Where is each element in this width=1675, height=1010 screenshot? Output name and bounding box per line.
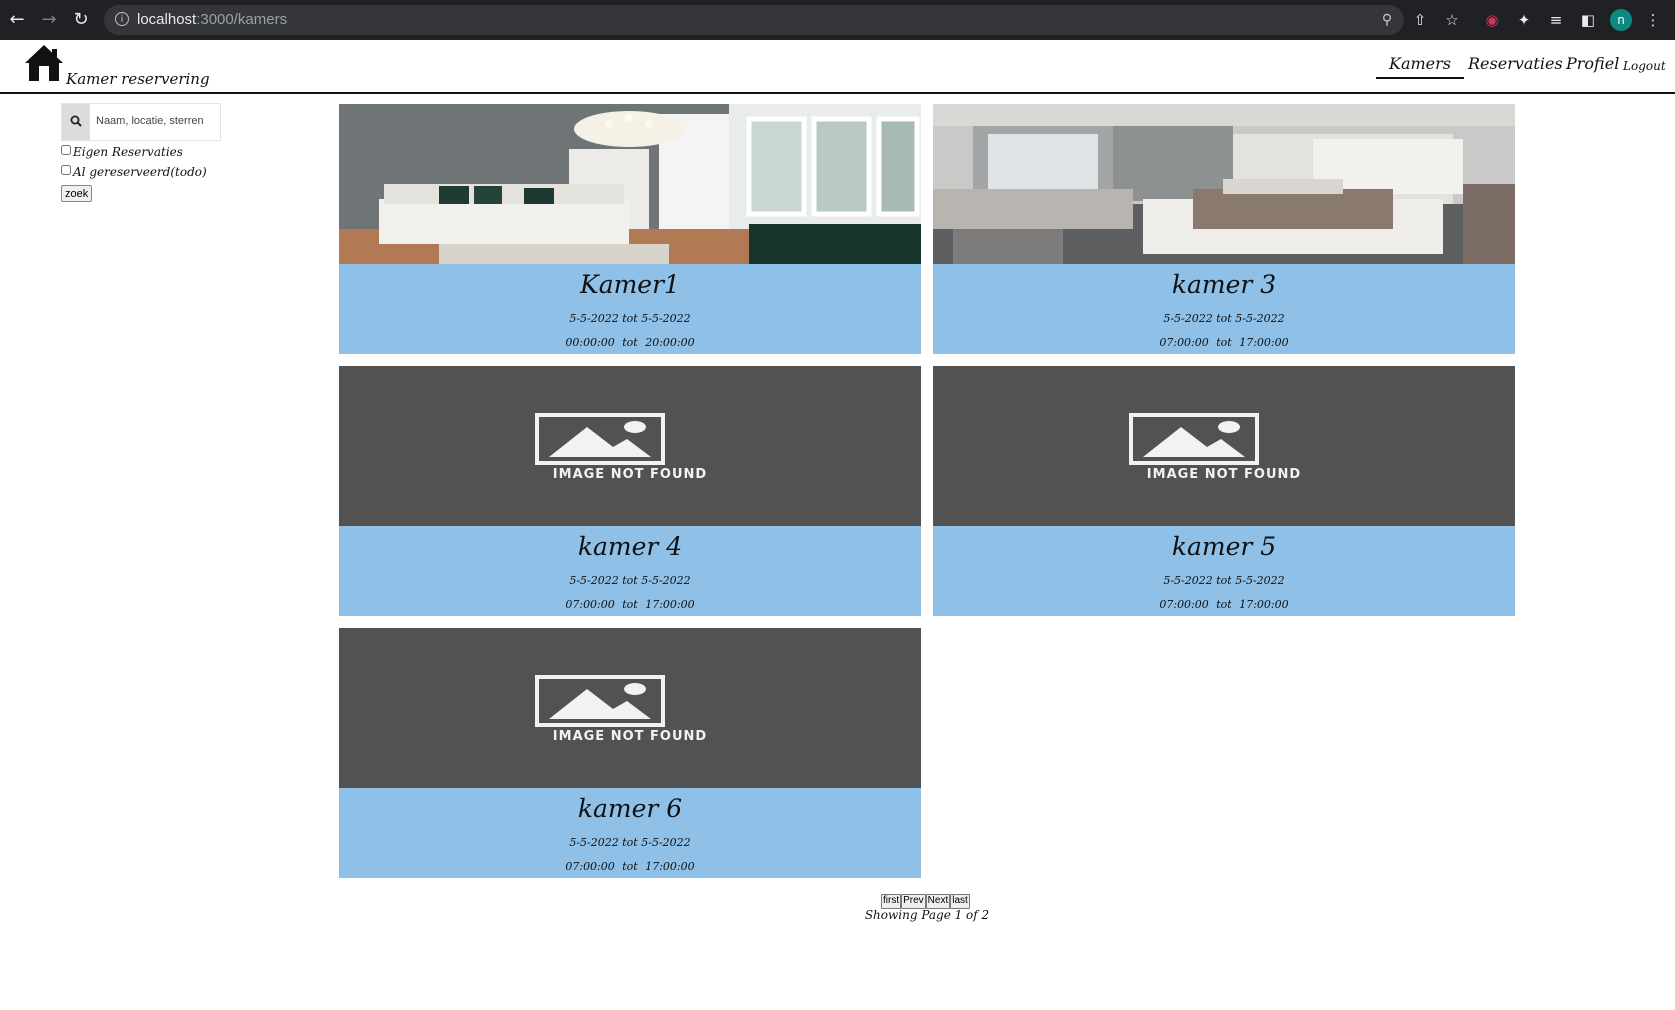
room-title: kamer 6: [577, 794, 683, 823]
filter-own-reservations[interactable]: Eigen Reservaties: [61, 145, 183, 159]
last-page-button[interactable]: last: [950, 893, 970, 909]
nav-kamers[interactable]: Kamers: [1376, 54, 1464, 79]
room-card[interactable]: IMAGE NOT FOUND kamer 5 5-5-2022 tot 5-5…: [933, 366, 1515, 616]
room-times: 00:00:00 tot 20:00:00: [565, 336, 695, 349]
room-photo: [339, 104, 921, 264]
home-icon: [25, 45, 63, 81]
room-times: 07:00:00 tot 17:00:00: [1159, 336, 1289, 349]
search-button[interactable]: zoek: [61, 185, 93, 202]
room-times: 07:00:00 tot 17:00:00: [565, 860, 695, 873]
first-page-button[interactable]: first: [881, 893, 902, 909]
room-dates: 5-5-2022 tot 5-5-2022: [1163, 574, 1285, 587]
nav-reservaties[interactable]: Reservaties: [1468, 54, 1563, 73]
room-title: kamer 3: [1171, 270, 1277, 299]
nav-profiel[interactable]: Profiel: [1566, 54, 1619, 73]
extensions-puzzle-icon[interactable]: ✦: [1513, 9, 1535, 31]
image-placeholder-icon: [535, 413, 665, 465]
share-icon[interactable]: ⇧: [1409, 9, 1431, 31]
prev-page-button[interactable]: Prev: [901, 893, 926, 909]
already-reserved-checkbox[interactable]: [61, 165, 71, 175]
own-reservations-label: Eigen Reservaties: [73, 145, 183, 159]
url-host: localhost: [137, 11, 197, 28]
page-info: Showing Page 1 of 2: [864, 908, 990, 922]
room-dates: 5-5-2022 tot 5-5-2022: [1163, 312, 1285, 325]
image-not-found: IMAGE NOT FOUND: [339, 628, 921, 788]
reload-icon[interactable]: ↻: [70, 9, 92, 31]
filter-already-reserved[interactable]: Al gereserveerd(todo): [61, 165, 207, 179]
room-title: kamer 4: [577, 532, 683, 561]
address-bar[interactable]: i localhost:3000/kamers ⚲: [104, 5, 1404, 35]
next-page-button[interactable]: Next: [925, 893, 951, 909]
url-text[interactable]: localhost:3000/kamers: [137, 11, 287, 28]
already-reserved-label: Al gereserveerd(todo): [73, 165, 207, 179]
room-times: 07:00:00 tot 17:00:00: [565, 598, 695, 611]
browser-menu-icon[interactable]: ⋮: [1642, 9, 1664, 31]
room-card[interactable]: kamer 3 5-5-2022 tot 5-5-2022 07:00:00 t…: [933, 104, 1515, 354]
app-header: Kamer reservering Kamers Reservaties Pro…: [0, 40, 1675, 94]
room-card[interactable]: IMAGE NOT FOUND kamer 4 5-5-2022 tot 5-5…: [339, 366, 921, 616]
nav-logout[interactable]: Logout: [1623, 59, 1666, 73]
room-photo: [933, 104, 1515, 264]
bookmark-star-icon[interactable]: ☆: [1441, 9, 1463, 31]
search-icon[interactable]: [62, 104, 90, 140]
room-dates: 5-5-2022 tot 5-5-2022: [569, 312, 691, 325]
room-card[interactable]: Kamer1 5-5-2022 tot 5-5-2022 00:00:00 to…: [339, 104, 921, 354]
room-title: Kamer1: [580, 270, 680, 299]
record-extension-icon[interactable]: ◉: [1481, 9, 1503, 31]
image-placeholder-icon: [535, 675, 665, 727]
side-panel-icon[interactable]: ◧: [1577, 9, 1599, 31]
room-times: 07:00:00 tot 17:00:00: [1159, 598, 1289, 611]
url-path: :3000/kamers: [196, 11, 288, 28]
back-arrow-icon[interactable]: ←: [6, 9, 28, 31]
image-not-found-label: IMAGE NOT FOUND: [552, 467, 708, 482]
zoom-icon[interactable]: ⚲: [1377, 10, 1397, 30]
browser-toolbar: ← → ↻ i localhost:3000/kamers ⚲ ⇧ ☆ ◉ ✦ …: [0, 0, 1675, 40]
room-dates: 5-5-2022 tot 5-5-2022: [569, 836, 691, 849]
image-not-found-label: IMAGE NOT FOUND: [1146, 467, 1302, 482]
profile-avatar[interactable]: n: [1610, 9, 1632, 31]
brand-title: Kamer reservering: [66, 70, 210, 88]
image-not-found: IMAGE NOT FOUND: [339, 366, 921, 526]
own-reservations-checkbox[interactable]: [61, 145, 71, 155]
search-box: [61, 103, 221, 141]
pagination: first Prev Next last: [881, 888, 970, 909]
room-title: kamer 5: [1171, 532, 1277, 561]
forward-arrow-icon[interactable]: →: [38, 9, 60, 31]
image-not-found: IMAGE NOT FOUND: [933, 366, 1515, 526]
image-not-found-label: IMAGE NOT FOUND: [552, 729, 708, 744]
room-dates: 5-5-2022 tot 5-5-2022: [569, 574, 691, 587]
site-info-icon[interactable]: i: [115, 12, 129, 26]
room-card[interactable]: IMAGE NOT FOUND kamer 6 5-5-2022 tot 5-5…: [339, 628, 921, 878]
image-placeholder-icon: [1129, 413, 1259, 465]
reading-list-icon[interactable]: ≡: [1545, 9, 1567, 31]
search-input[interactable]: [96, 112, 214, 130]
